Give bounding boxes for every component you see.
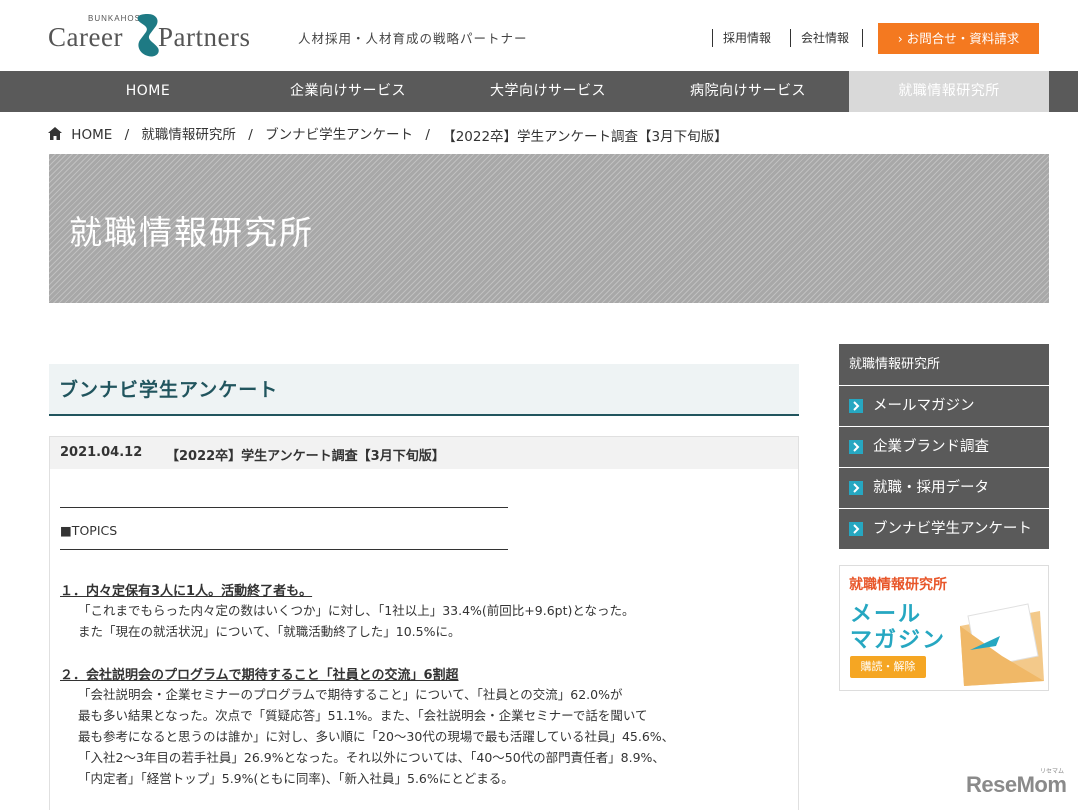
company-info-link[interactable]: 会社情報: [790, 29, 849, 47]
resemom-watermark-small: リセマム: [1040, 768, 1065, 775]
breadcrumb-separator: /: [425, 127, 430, 143]
sidebar-item-employment-data[interactable]: 就職・採用データ: [839, 467, 1049, 508]
contact-button[interactable]: › お問合せ・資料請求: [878, 23, 1039, 54]
sidebar-item-mail-magazine[interactable]: メールマガジン: [839, 385, 1049, 426]
point-title: ２．会社説明会のプログラムで期待すること「社員との交流」6割超: [60, 668, 459, 683]
site-tagline: 人材採用・人材育成の戦略パートナー: [298, 31, 528, 46]
sidebar-item-bunnavi-survey[interactable]: ブンナビ学生アンケート: [839, 508, 1049, 549]
point-body-line: 「これまでもらった内々定の数はいくつか」に対し、「1社以上」33.4%(前回比+…: [78, 603, 635, 618]
section-title: ブンナビ学生アンケート: [59, 379, 279, 401]
breadcrumb-home[interactable]: HOME: [71, 127, 112, 143]
topics-label: ■TOPICS: [60, 523, 118, 538]
sidebar-menu: 就職情報研究所 メールマガジン 企業ブランド調査 就職・採用データ ブンナビ学生…: [839, 344, 1049, 549]
chevron-right-icon: [849, 399, 863, 413]
career-partners-logo[interactable]: BUNKAHOSO Career Partners: [48, 14, 263, 64]
nav-university-services[interactable]: 大学向けサービス: [448, 71, 648, 112]
site-header: BUNKAHOSO Career Partners 人材採用・人材育成の戦略パー…: [0, 0, 1078, 71]
mail-magazine-banner[interactable]: 就職情報研究所 メール マガジン 購読・解除: [839, 565, 1049, 691]
chevron-right-icon: [849, 481, 863, 495]
point-body-line: 「会社説明会・企業セミナーのプログラムで期待すること」について、「社員との交流」…: [78, 687, 623, 702]
banner-title-line2: マガジン: [850, 628, 947, 653]
logo-partners-text: Partners: [158, 22, 251, 52]
logo-career-text: Career: [48, 22, 123, 52]
chevron-right-icon: [849, 522, 863, 536]
point-body-line: 最も多い結果となった。次点で「質疑応答」51.1%。また、「会社説明会・企業セミ…: [78, 708, 648, 723]
subscribe-button[interactable]: 購読・解除: [850, 656, 926, 678]
divider-line: [60, 549, 508, 550]
global-nav: HOME 企業向けサービス 大学向けサービス 病院向けサービス 就職情報研究所: [0, 71, 1078, 112]
breadcrumb-current: 【2022卒】学生アンケート調査【3月下旬版】: [442, 129, 728, 145]
hero-title: 就職情報研究所: [69, 213, 314, 252]
sidebar-title: 就職情報研究所: [839, 344, 1049, 385]
nav-hospital-services[interactable]: 病院向けサービス: [648, 71, 848, 112]
contact-button-label: お問合せ・資料請求: [906, 31, 1020, 46]
nav-corporate-services[interactable]: 企業向けサービス: [248, 71, 448, 112]
home-icon: [48, 126, 62, 144]
banner-heading: 就職情報研究所: [849, 577, 947, 593]
nav-research-institute[interactable]: 就職情報研究所: [849, 71, 1049, 112]
breadcrumb: HOME / 就職情報研究所 / ブンナビ学生アンケート / 【2022卒】学生…: [48, 123, 728, 145]
section-heading: ブンナビ学生アンケート: [49, 364, 799, 416]
envelope-icon: [960, 603, 1044, 686]
article-date: 2021.04.12: [60, 445, 143, 460]
point-body-line: 「内定者」「経営トップ」5.9%(ともに同率)、「新入社員」5.6%にとどまる。: [78, 771, 514, 786]
divider-line: [60, 507, 508, 508]
article-title: 【2022卒】学生アンケート調査【3月下旬版】: [166, 449, 445, 464]
logo-mark-icon: [137, 14, 159, 57]
chevron-right-icon: [849, 440, 863, 454]
sidebar-item-label: 就職・採用データ: [873, 480, 989, 496]
sidebar-item-label: 企業ブランド調査: [873, 439, 989, 455]
sidebar-item-label: メールマガジン: [873, 398, 975, 414]
point-body-line: 「入社2～3年目の若手社員」26.9%となった。それ以外については、「40～50…: [78, 750, 665, 765]
chevron-right-icon: ›: [897, 31, 903, 46]
breadcrumb-research-institute[interactable]: 就職情報研究所: [141, 127, 236, 143]
article: 2021.04.12 【2022卒】学生アンケート調査【3月下旬版】 ■TOPI…: [49, 436, 799, 810]
nav-home[interactable]: HOME: [48, 71, 248, 112]
point-body-line: また「現在の就活状況」について、「就職活動終了した」10.5%に。: [78, 624, 461, 639]
breadcrumb-separator: /: [248, 127, 253, 143]
link-divider: [862, 29, 863, 47]
article-header: 2021.04.12 【2022卒】学生アンケート調査【3月下旬版】: [50, 437, 798, 469]
point-title: １．内々定保有3人に1人。活動終了者も。: [60, 584, 313, 599]
sidebar-item-label: ブンナビ学生アンケート: [873, 521, 1032, 537]
breadcrumb-bunnavi-survey[interactable]: ブンナビ学生アンケート: [265, 127, 413, 143]
resemom-watermark: ReseMom: [966, 772, 1067, 797]
breadcrumb-separator: /: [124, 127, 130, 143]
sidebar-item-brand-survey[interactable]: 企業ブランド調査: [839, 426, 1049, 467]
hero-banner: 就職情報研究所: [49, 154, 1049, 303]
point-body-line: 最も参考になると思うのは誰か」に対し、多い順に「20～30代の現場で最も活躍して…: [78, 729, 675, 744]
recruit-info-link[interactable]: 採用情報: [712, 29, 771, 47]
